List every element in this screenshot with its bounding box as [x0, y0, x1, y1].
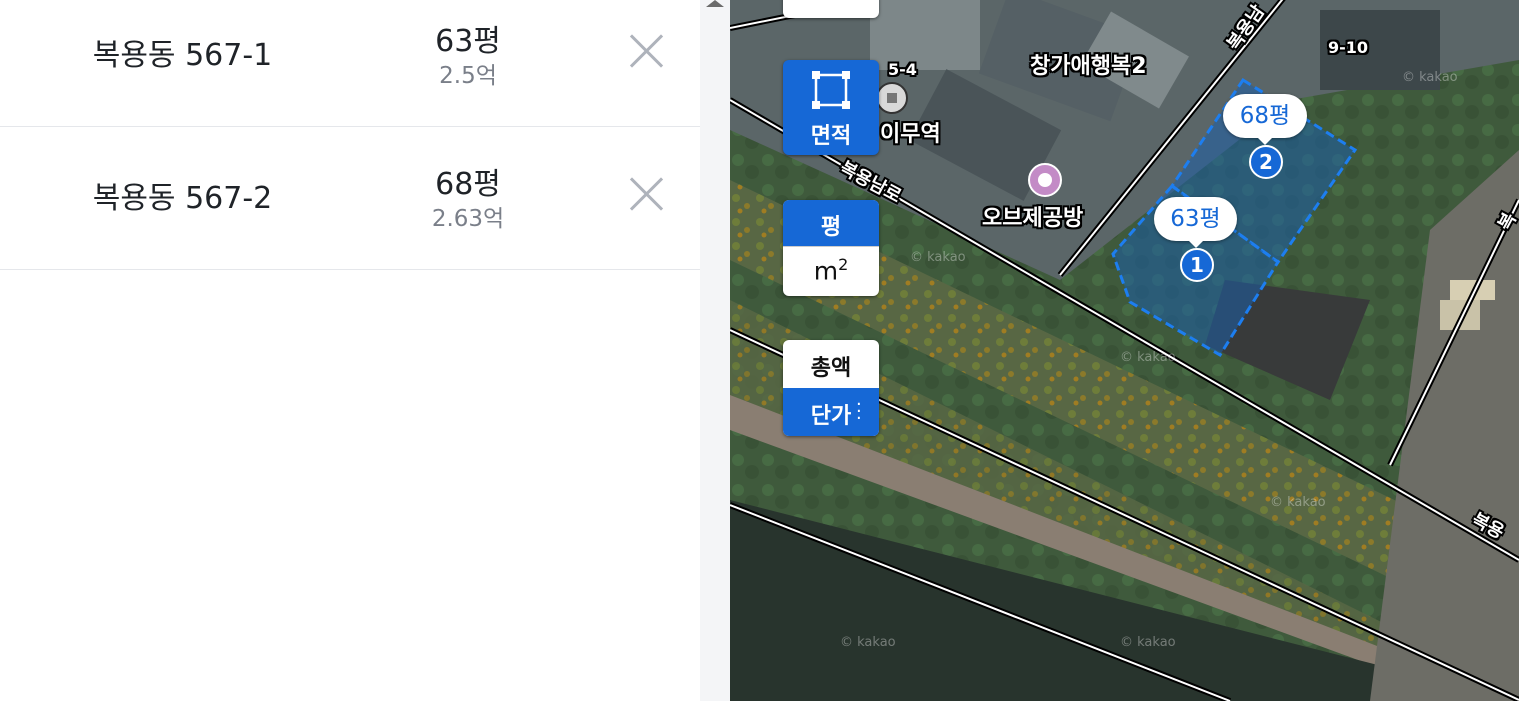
- more-options-icon: · · ·: [856, 394, 862, 429]
- map-watermark: © kakao: [910, 250, 966, 265]
- satellite-map[interactable]: 창가애행복2 이무역 오브제공방 복용남로 5-4 9-10 복용남 복용 복 …: [730, 0, 1519, 701]
- parcel-number-marker[interactable]: 1: [1180, 248, 1214, 282]
- lot-number-label: 9-10: [1328, 38, 1369, 57]
- map-control-button[interactable]: [783, 0, 879, 18]
- unit-m2-option[interactable]: m2: [783, 246, 879, 296]
- building-label: 창가애행복2: [1030, 54, 1147, 79]
- price-mode-toggle[interactable]: 총액 단가 · · ·: [783, 340, 879, 436]
- lot-number-label: 5-4: [888, 60, 917, 79]
- map-watermark: © kakao: [1120, 635, 1176, 650]
- parcel-row[interactable]: 복용동 567-2 68평 2.63억: [0, 127, 700, 270]
- unit-m2-base: m: [813, 256, 839, 286]
- unit-pyeong-option[interactable]: 평: [783, 200, 879, 246]
- map-watermark: © kakao: [840, 635, 896, 650]
- parcel-address: 복용동 567-1: [92, 38, 273, 73]
- area-tool-label: 면적: [810, 124, 852, 149]
- total-price-label: 총액: [810, 356, 852, 381]
- unit-m2-sup: 2: [838, 255, 849, 274]
- station-label: 이무역: [880, 122, 941, 147]
- panel-divider: [700, 0, 730, 701]
- remove-icon[interactable]: [628, 175, 666, 213]
- place-label: 오브제공방: [982, 206, 1084, 231]
- map-watermark: © kakao: [1270, 495, 1326, 510]
- parcel-price: 2.5억: [439, 63, 497, 89]
- remove-icon[interactable]: [628, 32, 666, 70]
- parcel-price: 2.63억: [431, 206, 505, 232]
- unit-price-label: 단가: [810, 404, 852, 429]
- map-watermark: © kakao: [1402, 70, 1458, 85]
- unit-pyeong-label: 평: [820, 215, 842, 240]
- area-tool-button[interactable]: 면적: [783, 60, 879, 155]
- map-watermark: © kakao: [1120, 350, 1176, 365]
- parcel-area: 68평: [435, 167, 501, 202]
- area-select-icon: [812, 71, 850, 109]
- parcel-address: 복용동 567-2: [92, 181, 273, 216]
- parcel-area-bubble[interactable]: 68평: [1223, 94, 1307, 145]
- parcel-area-bubble[interactable]: 63평: [1154, 197, 1237, 248]
- unit-price-option[interactable]: 단가 · · ·: [783, 388, 879, 436]
- total-price-option[interactable]: 총액: [783, 340, 879, 388]
- unit-m2-label: m2: [783, 255, 879, 285]
- unit-toggle[interactable]: 평 m2: [783, 200, 879, 296]
- parcel-list-panel: 복용동 567-1 63평 2.5억 복용동 567-2 68평 2.63억: [0, 0, 700, 701]
- parcel-area: 63평: [435, 24, 501, 59]
- parcel-row[interactable]: 복용동 567-1 63평 2.5억: [0, 0, 700, 127]
- scroll-up-icon[interactable]: [706, 0, 724, 7]
- parcel-number-marker[interactable]: 2: [1249, 145, 1283, 179]
